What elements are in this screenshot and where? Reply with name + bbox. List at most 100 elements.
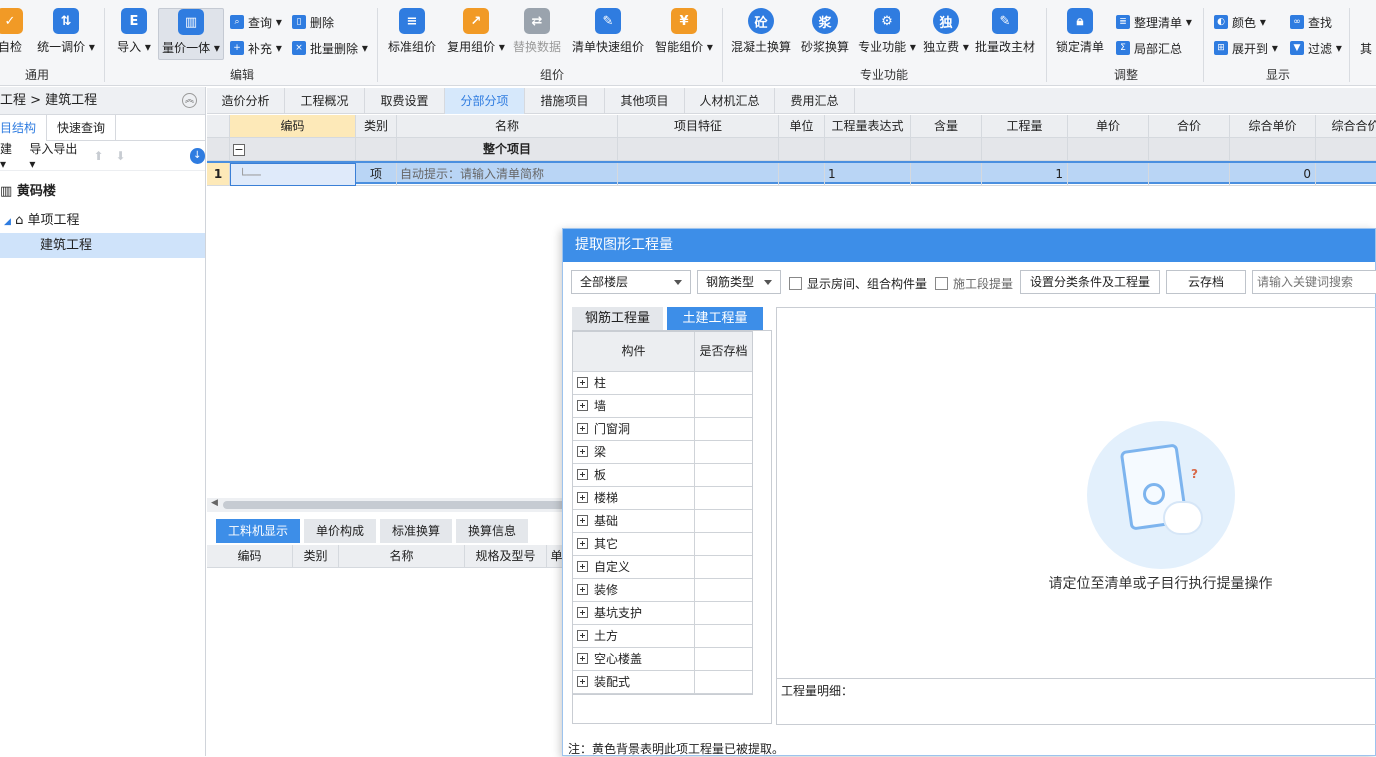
- batch-delete-button[interactable]: × 批量删除 ▾: [292, 38, 368, 58]
- tab-rebar-quantity[interactable]: 钢筋工程量: [572, 307, 663, 331]
- tree-node-building[interactable]: ▥ 黄码楼: [0, 179, 205, 204]
- search-input[interactable]: [1252, 270, 1376, 294]
- tab-convert-info[interactable]: 换算信息: [456, 519, 529, 543]
- organize-list-button[interactable]: ≣ 整理清单 ▾: [1116, 12, 1192, 32]
- expand-plus-icon[interactable]: [577, 469, 588, 480]
- tab-standard-convert[interactable]: 标准换算: [380, 519, 453, 543]
- partial-summary-icon: Σ: [1116, 41, 1130, 55]
- query-icon: ⌕: [230, 15, 244, 29]
- pro-function-icon: ⚙: [874, 8, 900, 34]
- expand-plus-icon[interactable]: [577, 607, 588, 618]
- standard-pricing-button[interactable]: ≡ 标准组价: [384, 8, 440, 60]
- tab-project-overview[interactable]: 工程概况: [285, 88, 365, 114]
- collapse-icon[interactable]: ︽: [182, 93, 197, 108]
- expand-plus-icon[interactable]: [577, 492, 588, 503]
- expand-plus-icon[interactable]: [577, 653, 588, 664]
- list-item[interactable]: 楼梯: [573, 487, 752, 510]
- tab-fee-settings[interactable]: 取费设置: [365, 88, 445, 114]
- set-conditions-button[interactable]: 设置分类条件及工程量: [1020, 270, 1160, 294]
- supplement-button[interactable]: + 补充 ▾: [230, 38, 282, 58]
- list-item[interactable]: 装配式: [573, 671, 752, 694]
- tab-measures[interactable]: 措施项目: [525, 88, 605, 114]
- show-rooms-checkbox[interactable]: 显示房间、组合构件量: [789, 275, 927, 292]
- floor-select[interactable]: 全部楼层: [571, 270, 691, 294]
- import-export-dropdown[interactable]: 导入导出▾: [29, 140, 81, 171]
- archived-cell: [695, 579, 752, 602]
- tab-unit-price[interactable]: 单价构成: [304, 519, 377, 543]
- horizontal-scrollbar[interactable]: ◀: [207, 498, 573, 512]
- rebar-type-select[interactable]: 钢筋类型: [697, 270, 781, 294]
- table-row[interactable]: 1 └── 项 自动提示：请输入清单简称 1 1 0: [207, 161, 1376, 186]
- dialog-title: 提取图形工程量: [563, 229, 1375, 262]
- batch-material-button[interactable]: ✎ 批量改主材: [972, 8, 1038, 60]
- color-button[interactable]: ◐ 颜色 ▾: [1214, 12, 1266, 32]
- expand-plus-icon[interactable]: [577, 676, 588, 687]
- tab-project-structure[interactable]: 目结构: [0, 115, 48, 141]
- supplement-icon: +: [230, 41, 244, 55]
- list-item[interactable]: 其它: [573, 533, 752, 556]
- expand-plus-icon[interactable]: [577, 446, 588, 457]
- tree-node-construction[interactable]: 建筑工程: [0, 233, 205, 258]
- reuse-pricing-button[interactable]: ↗ 复用组价 ▾: [445, 8, 507, 60]
- independent-fee-button[interactable]: 独 独立费 ▾: [922, 8, 970, 60]
- expand-plus-icon[interactable]: [577, 584, 588, 595]
- mortar-convert-button[interactable]: 浆 砂浆换算: [798, 8, 852, 60]
- tab-sub-items[interactable]: 分部分项: [445, 88, 525, 114]
- list-item[interactable]: 门窗洞: [573, 418, 752, 441]
- self-check-button[interactable]: ✓ 自检: [0, 8, 28, 60]
- import-button[interactable]: E 导入 ▾: [112, 8, 156, 60]
- list-item[interactable]: 墙: [573, 395, 752, 418]
- expand-plus-icon[interactable]: [577, 377, 588, 388]
- smart-pricing-button[interactable]: ¥ 智能组价 ▾: [654, 8, 714, 60]
- tree-node-single-project[interactable]: ◢ ⌂ 单项工程: [0, 208, 205, 233]
- expand-plus-icon[interactable]: [577, 515, 588, 526]
- qty-price-button[interactable]: ▥ 量价一体 ▾: [158, 8, 224, 60]
- tab-cost-analysis[interactable]: 造价分析: [207, 88, 285, 114]
- expand-plus-icon[interactable]: [577, 561, 588, 572]
- expand-to-button[interactable]: ⊞ 展开到 ▾: [1214, 38, 1278, 58]
- more-button[interactable]: 其: [1360, 38, 1372, 58]
- group-label-edit: 编辑: [229, 68, 254, 82]
- find-button[interactable]: ∞ 查找: [1290, 12, 1332, 32]
- move-down-icon[interactable]: ⬇: [116, 149, 126, 163]
- tab-civil-quantity[interactable]: 土建工程量: [667, 307, 763, 331]
- move-up-icon[interactable]: ⬆: [93, 149, 103, 163]
- import-icon: E: [121, 8, 147, 34]
- tab-other-items[interactable]: 其他项目: [605, 88, 685, 114]
- expand-plus-icon[interactable]: [577, 400, 588, 411]
- quick-pricing-button[interactable]: ✎ 清单快速组价: [568, 8, 648, 60]
- query-button[interactable]: ⌕ 查询 ▾: [230, 12, 282, 32]
- concrete-convert-button[interactable]: 砼 混凝土换算: [728, 8, 794, 60]
- lock-list-button[interactable]: 🔒︎ 锁定清单: [1052, 8, 1108, 60]
- scroll-left-icon[interactable]: ◀: [211, 498, 218, 508]
- tab-fee-summary[interactable]: 费用汇总: [775, 88, 855, 114]
- tab-quick-query[interactable]: 快速查询: [47, 115, 117, 141]
- cloud-archive-button[interactable]: 云存档: [1166, 270, 1246, 294]
- tab-labor-display[interactable]: 工料机显示: [216, 519, 301, 543]
- list-item[interactable]: 基础: [573, 510, 752, 533]
- pro-function-button[interactable]: ⚙ 专业功能 ▾: [856, 8, 918, 60]
- expand-plus-icon[interactable]: [577, 423, 588, 434]
- expand-plus-icon[interactable]: [577, 630, 588, 641]
- expand-plus-icon[interactable]: [577, 538, 588, 549]
- download-icon[interactable]: ↓: [189, 147, 206, 164]
- replace-data-button[interactable]: ⇄ 替换数据: [510, 8, 564, 60]
- new-dropdown[interactable]: 建▾: [0, 140, 17, 171]
- partial-summary-button[interactable]: Σ 局部汇总: [1116, 38, 1182, 58]
- list-item[interactable]: 装修: [573, 579, 752, 602]
- list-item[interactable]: 板: [573, 464, 752, 487]
- collapse-row-icon[interactable]: −: [233, 144, 245, 156]
- list-item[interactable]: 空心楼盖: [573, 648, 752, 671]
- list-item[interactable]: 基坑支护: [573, 602, 752, 625]
- list-item[interactable]: 梁: [573, 441, 752, 464]
- delete-button[interactable]: ▯ 删除: [292, 12, 334, 32]
- construction-stage-checkbox[interactable]: 施工段提量: [935, 275, 1013, 292]
- filter-button[interactable]: ▼ 过滤 ▾: [1290, 38, 1342, 58]
- unify-price-button[interactable]: ⇅ 统一调价 ▾: [36, 8, 96, 60]
- list-item[interactable]: 柱: [573, 372, 752, 395]
- list-item[interactable]: 土方: [573, 625, 752, 648]
- grid-group-row[interactable]: − 整个项目: [207, 138, 1376, 161]
- tab-labor-material-summary[interactable]: 人材机汇总: [685, 88, 775, 114]
- list-item[interactable]: 自定义: [573, 556, 752, 579]
- code-cell[interactable]: └──: [230, 163, 356, 186]
